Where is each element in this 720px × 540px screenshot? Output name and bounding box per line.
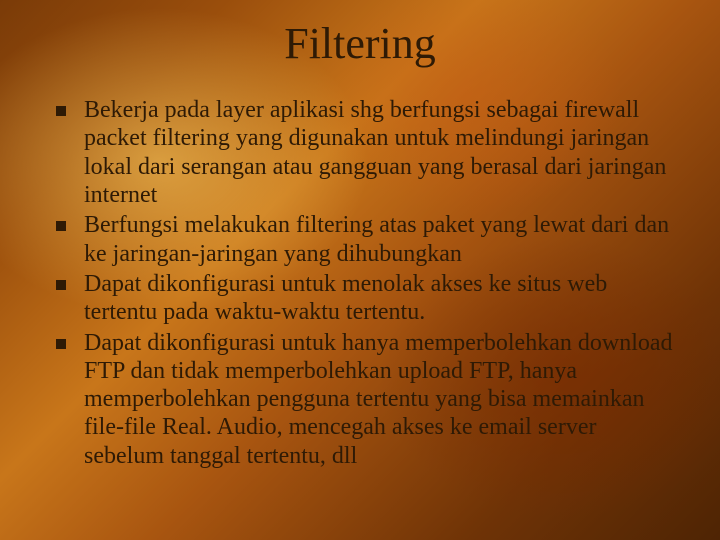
square-bullet-icon	[56, 106, 66, 116]
slide-body: Bekerja pada layer aplikasi shg berfungs…	[56, 96, 680, 472]
square-bullet-icon	[56, 221, 66, 231]
list-item: Berfungsi melakukan filtering atas paket…	[56, 211, 680, 268]
list-item: Dapat dikonfigurasi untuk menolak akses …	[56, 270, 680, 327]
slide: Filtering Bekerja pada layer aplikasi sh…	[0, 0, 720, 540]
bullet-text: Dapat dikonfigurasi untuk menolak akses …	[84, 270, 680, 327]
bullet-text: Dapat dikonfigurasi untuk hanya memperbo…	[84, 329, 680, 471]
bullet-text: Bekerja pada layer aplikasi shg berfungs…	[84, 96, 680, 209]
slide-title: Filtering	[0, 18, 720, 69]
list-item: Dapat dikonfigurasi untuk hanya memperbo…	[56, 329, 680, 471]
bullet-text: Berfungsi melakukan filtering atas paket…	[84, 211, 680, 268]
square-bullet-icon	[56, 339, 66, 349]
list-item: Bekerja pada layer aplikasi shg berfungs…	[56, 96, 680, 209]
square-bullet-icon	[56, 280, 66, 290]
